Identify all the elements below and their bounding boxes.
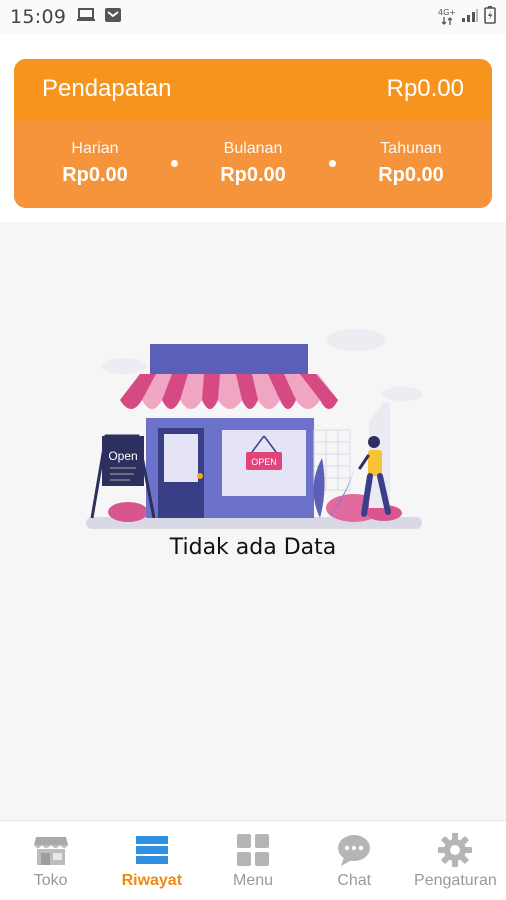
list-icon	[134, 832, 170, 868]
screen: 15:09 4G+ Pendapatan Rp0.00 Harian Rp0.0…	[0, 0, 506, 900]
nav-item-menu[interactable]: Menu	[202, 821, 303, 900]
open-sign-text: Open	[108, 449, 137, 463]
laptop-icon	[76, 7, 96, 27]
notification-icon	[104, 7, 122, 27]
nav-item-riwayat[interactable]: Riwayat	[101, 821, 202, 900]
grid-icon	[235, 832, 271, 868]
battery-icon	[484, 6, 496, 28]
separator-dot	[328, 160, 336, 167]
income-periods: Harian Rp0.00 Bulanan Rp0.00 Tahunan Rp0…	[14, 119, 492, 208]
nav-label-riwayat: Riwayat	[121, 871, 183, 889]
network-type-label: 4G+	[438, 8, 456, 17]
period-daily-label: Harian	[71, 140, 119, 157]
store-icon	[33, 832, 69, 868]
status-right-icons: 4G+	[438, 6, 496, 28]
income-card: Pendapatan Rp0.00 Harian Rp0.00 Bulanan …	[14, 59, 492, 208]
status-bar: 15:09 4G+	[0, 0, 506, 34]
network-type-icon: 4G+	[438, 9, 456, 25]
open-banner-text: OPEN	[251, 457, 277, 467]
period-monthly-value: Rp0.00	[220, 164, 286, 186]
income-header: Pendapatan Rp0.00	[14, 59, 492, 119]
nav-item-toko[interactable]: Toko	[0, 821, 101, 900]
bottom-navigation: Toko Riwayat Menu Chat Pengaturan	[0, 820, 506, 900]
signal-icon	[461, 7, 479, 27]
store-illustration: OPEN Open	[86, 329, 422, 529]
nav-label-toko: Toko	[33, 871, 68, 889]
chat-icon	[336, 832, 372, 868]
period-daily: Harian Rp0.00	[50, 140, 140, 187]
period-yearly-label: Tahunan	[380, 140, 442, 157]
income-total: Rp0.00	[386, 75, 464, 102]
nav-item-chat[interactable]: Chat	[304, 821, 405, 900]
nav-label-pengaturan: Pengaturan	[414, 871, 497, 889]
period-monthly-label: Bulanan	[223, 140, 283, 157]
empty-state: OPEN Open Tidak ada Data	[0, 222, 506, 820]
status-time: 15:09	[10, 6, 67, 28]
period-yearly: Tahunan Rp0.00	[366, 140, 456, 187]
nav-item-pengaturan[interactable]: Pengaturan	[405, 821, 506, 900]
period-daily-value: Rp0.00	[62, 164, 128, 186]
period-yearly-value: Rp0.00	[378, 164, 444, 186]
nav-label-chat: Chat	[337, 871, 372, 889]
empty-message: Tidak ada Data	[169, 535, 337, 560]
gear-icon	[437, 832, 473, 868]
status-left-icons	[76, 7, 122, 27]
income-title: Pendapatan	[42, 75, 172, 102]
income-section: Pendapatan Rp0.00 Harian Rp0.00 Bulanan …	[0, 34, 506, 222]
period-monthly: Bulanan Rp0.00	[208, 140, 298, 187]
separator-dot	[170, 160, 178, 167]
nav-label-menu: Menu	[232, 871, 274, 889]
